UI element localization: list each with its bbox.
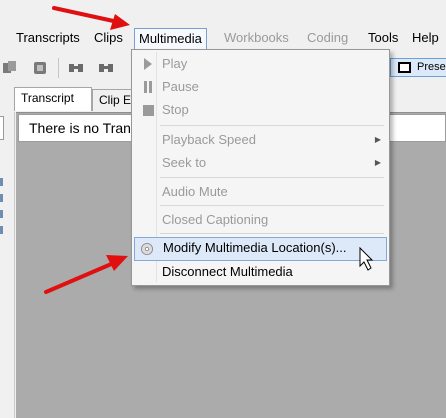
menu-item-label: Pause [162,79,199,94]
menu-separator [160,177,384,178]
find-icon[interactable] [68,60,84,76]
toolbar-separator [58,58,59,78]
panel-fragment [0,226,3,234]
menu-multimedia[interactable]: Multimedia [134,28,207,50]
tab-clip-editor[interactable]: Clip Ed [92,89,132,111]
menu-clips[interactable]: Clips [92,30,125,48]
paste-icon[interactable] [32,60,48,76]
menu-item-play[interactable]: Play [134,53,387,75]
menu-item-label: Play [162,56,188,71]
menu-help[interactable]: Help [410,30,441,48]
presentation-icon [398,62,411,73]
menu-item-disconnect-multimedia[interactable]: Disconnect Multimedia [134,261,387,283]
menu-item-modify-multimedia-location[interactable]: Modify Multimedia Location(s)... [134,237,387,261]
pause-icon [142,81,154,93]
menu-item-label: Disconnect Multimedia [162,264,293,279]
menu-item-pause[interactable]: Pause [134,76,387,98]
copy-icon[interactable] [2,60,18,76]
menu-separator [160,205,384,206]
menu-workbooks[interactable]: Workbooks [222,30,291,48]
menu-item-playback-speed[interactable]: Playback Speed ▶ [134,129,387,151]
presentation-label: Prese [417,61,446,73]
menu-transcripts[interactable]: Transcripts [14,30,82,48]
menu-item-label: Closed Captioning [162,212,269,227]
tab-transcript[interactable]: Transcript [14,87,92,111]
find-next-icon[interactable] [98,60,114,76]
disc-icon [141,243,153,255]
menu-item-seek-to[interactable]: Seek to ▶ [134,152,387,174]
menu-item-label: Seek to [162,155,207,170]
menu-coding[interactable]: Coding [305,30,350,48]
play-icon [142,58,154,70]
menu-bar: Transcripts Clips Multimedia Workbooks C… [0,26,446,50]
menu-item-label: Modify Multimedia Location(s)... [163,240,347,255]
menu-tools[interactable]: Tools [366,30,400,48]
panel-fragment [0,178,3,186]
left-panel [0,112,15,418]
panel-fragment [0,194,3,202]
stop-icon [142,104,154,116]
submenu-arrow-icon: ▶ [374,135,381,144]
menu-item-closed-captioning[interactable]: Closed Captioning [134,209,387,231]
panel-fragment [0,210,3,218]
left-panel-box [0,116,4,140]
menu-separator [160,125,384,126]
menu-item-label: Stop [162,102,189,117]
menu-item-audio-mute[interactable]: Audio Mute [134,181,387,203]
multimedia-menu: Play Pause Stop Playback Speed ▶ Seek to… [131,49,390,286]
submenu-arrow-icon: ▶ [374,158,381,167]
menu-item-label: Audio Mute [162,184,228,199]
menu-item-label: Playback Speed [162,132,256,147]
menu-item-stop[interactable]: Stop [134,99,387,121]
presentation-mode-button[interactable]: Prese [390,58,446,77]
menu-separator [160,233,384,234]
